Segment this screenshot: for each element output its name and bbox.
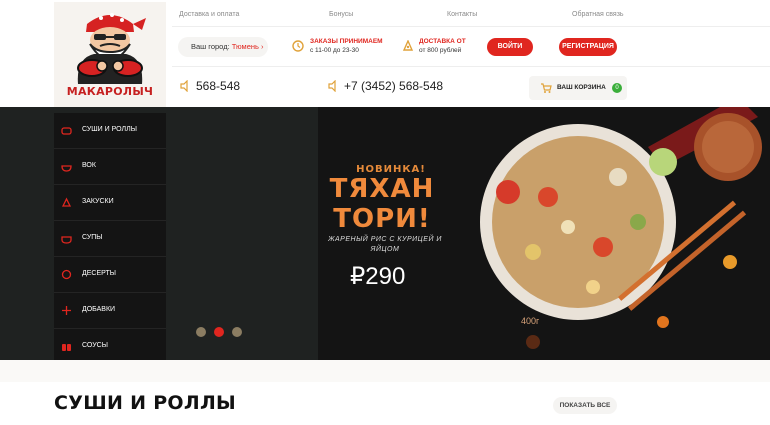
addons-icon [62,306,71,315]
clock-icon [292,40,304,52]
register-button[interactable]: РЕГИСТРАЦИЯ [559,38,617,56]
section-title: СУШИ И РОЛЛЫ [54,392,237,414]
menu-item-desserts[interactable]: ДЕСЕРТЫ [54,257,166,293]
logo-text: МАКАРОЛЫЧ [66,85,154,98]
phone-icon [180,80,188,92]
menu-item-label: ВОК [82,162,96,169]
soup-icon [61,236,72,244]
snack-icon [61,197,72,207]
show-all-button[interactable]: ПОКАЗАТЬ ВСЕ [553,397,617,414]
wok-icon [61,165,72,172]
sauce-icon [62,344,71,351]
header-divider [172,66,770,67]
menu-item-label: ЗАКУСКИ [82,198,114,205]
mascot-logo-icon [77,13,146,84]
orders-hours: с 11-00 до 23-30 [310,47,359,54]
slider-dot[interactable] [196,327,206,337]
promo-title: ТЯХАН ТОРИ! [329,174,435,234]
menu-item-label: СУШИ И РОЛЛЫ [82,126,137,133]
chevron-right-icon: › [261,42,264,51]
slider-dot-active[interactable] [214,327,224,337]
nav-link-contacts[interactable]: Контакты [447,11,477,18]
nav-link-bonuses[interactable]: Бонусы [329,11,353,18]
promo-subtitle: ЖАРЕНЫЙ РИС С КУРИЦЕЙ И ЯЙЦОМ [328,236,442,253]
city-label: Ваш город: [191,42,230,51]
menu-item-soups[interactable]: СУПЫ [54,221,166,257]
nav-link-feedback[interactable]: Обратная связь [572,11,624,18]
cart-icon [541,83,552,93]
sushi-icon [61,127,72,135]
menu-item-sushi[interactable]: СУШИ И РОЛЛЫ [54,113,166,149]
menu-item-label: ДОБАВКИ [82,306,116,313]
phone-short[interactable]: 568-548 [196,79,240,93]
phone-icon [328,80,336,92]
menu-item-addons[interactable]: ДОБАВКИ [54,293,166,329]
login-button[interactable]: ВОЙТИ [487,38,533,56]
cart-count-badge: 0 [612,83,622,93]
menu-item-label: СУПЫ [82,234,103,241]
cart-label: ВАШ КОРЗИНА [557,84,606,91]
menu-item-label: СОУСЫ [82,342,108,349]
header-divider [172,26,770,27]
phone-full[interactable]: +7 (3452) 568-548 [344,79,443,93]
city-value: Тюмень [231,42,259,51]
delivery-title: ДОСТАВКА ОТ [419,38,466,45]
cart-button[interactable]: ВАШ КОРЗИНА 0 [529,76,627,100]
orders-title: ЗАКАЗЫ ПРИНИМАЕМ [310,38,383,45]
menu-item-wok[interactable]: ВОК [54,149,166,185]
category-menu: СУШИ И РОЛЛЫ ВОК ЗАКУСКИ СУПЫ ДЕСЕРТЫ ДО… [54,113,166,366]
logo[interactable]: МАКАРОЛЫЧ [54,2,166,107]
city-selector[interactable]: Ваш город: Тюмень › [178,37,268,57]
page: МАКАРОЛЫЧ Доставка и оплата Бонусы Конта… [0,0,770,425]
nav-link-delivery[interactable]: Доставка и оплата [179,11,239,18]
slider-dot[interactable] [232,327,242,337]
menu-item-snacks[interactable]: ЗАКУСКИ [54,185,166,221]
dessert-icon [61,269,72,280]
menu-item-label: ДЕСЕРТЫ [82,270,116,277]
promo-price: ₽290 [350,263,406,290]
delivery-min: от 800 рублей [419,47,462,54]
delivery-icon [402,40,414,51]
promo-weight: 400г [521,316,540,326]
site-header: МАКАРОЛЫЧ Доставка и оплата Бонусы Конта… [0,0,770,107]
section-spacer [0,360,770,382]
